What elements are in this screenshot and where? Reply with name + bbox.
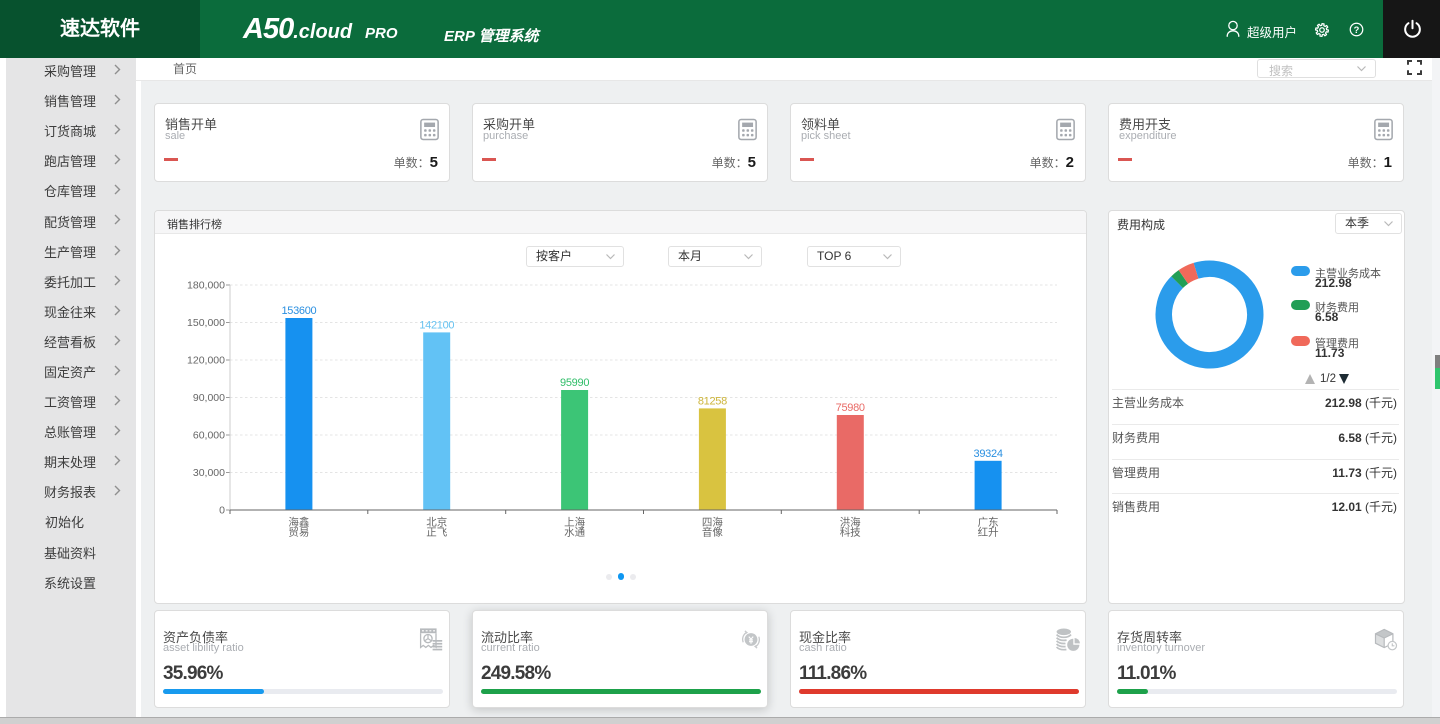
svg-text:科技: 科技 (840, 526, 861, 539)
svg-text:0: 0 (219, 505, 225, 517)
svg-text:30,000: 30,000 (193, 467, 225, 479)
svg-text:贸易: 贸易 (288, 527, 309, 539)
svg-text:水通: 水通 (564, 527, 586, 539)
svg-text:音像: 音像 (702, 526, 723, 539)
svg-text:红升: 红升 (978, 526, 999, 539)
svg-text:153600: 153600 (281, 305, 316, 317)
svg-text:60,000: 60,000 (193, 430, 225, 442)
svg-text:150,000: 150,000 (187, 317, 225, 329)
svg-text:95990: 95990 (560, 377, 589, 389)
svg-text:39324: 39324 (974, 448, 1003, 460)
svg-text:81258: 81258 (698, 395, 727, 407)
svg-text:142100: 142100 (419, 319, 454, 331)
svg-text:正飞: 正飞 (426, 527, 447, 539)
svg-text:90,000: 90,000 (193, 392, 225, 404)
svg-text:75980: 75980 (836, 402, 865, 414)
svg-text:180,000: 180,000 (187, 280, 225, 292)
svg-text:120,000: 120,000 (187, 355, 225, 367)
